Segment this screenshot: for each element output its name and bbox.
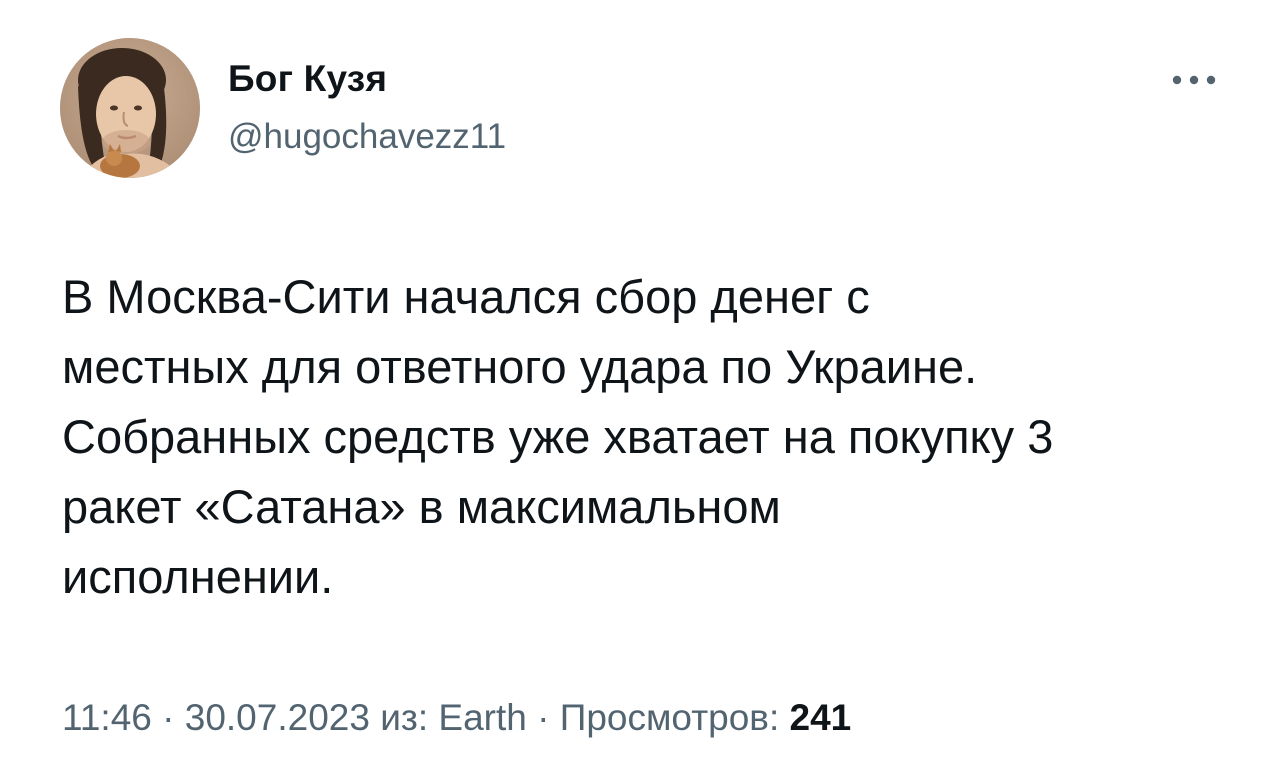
tweet-text: В Москва-Сити начался сбор денег с местн… [62, 270, 1054, 603]
source-prefix: из: [369, 697, 439, 738]
tweet-meta: 11:46 · 30.07.2023 из: Earth · Просмотро… [62, 697, 851, 739]
author-handle[interactable]: @hugochavezz11 [228, 117, 506, 157]
meta-separator: · [526, 697, 560, 738]
views-count: 241 [789, 697, 852, 738]
tweet-time[interactable]: 11:46 [62, 697, 152, 738]
tweet-source: Earth [438, 697, 527, 738]
more-horizontal-icon [1172, 75, 1216, 85]
views-label: Просмотров: [559, 697, 790, 738]
user-avatar[interactable] [60, 38, 200, 178]
meta-separator: · [151, 697, 185, 738]
avatar-photo [60, 38, 200, 178]
more-options-button[interactable] [1168, 64, 1220, 96]
author-display-name[interactable]: Бог Кузя [228, 58, 387, 100]
tweet-date[interactable]: 30.07.2023 [185, 697, 370, 738]
tweet-card: Бог Кузя @hugochavezz11 В Москва-Сити на… [0, 0, 1280, 778]
